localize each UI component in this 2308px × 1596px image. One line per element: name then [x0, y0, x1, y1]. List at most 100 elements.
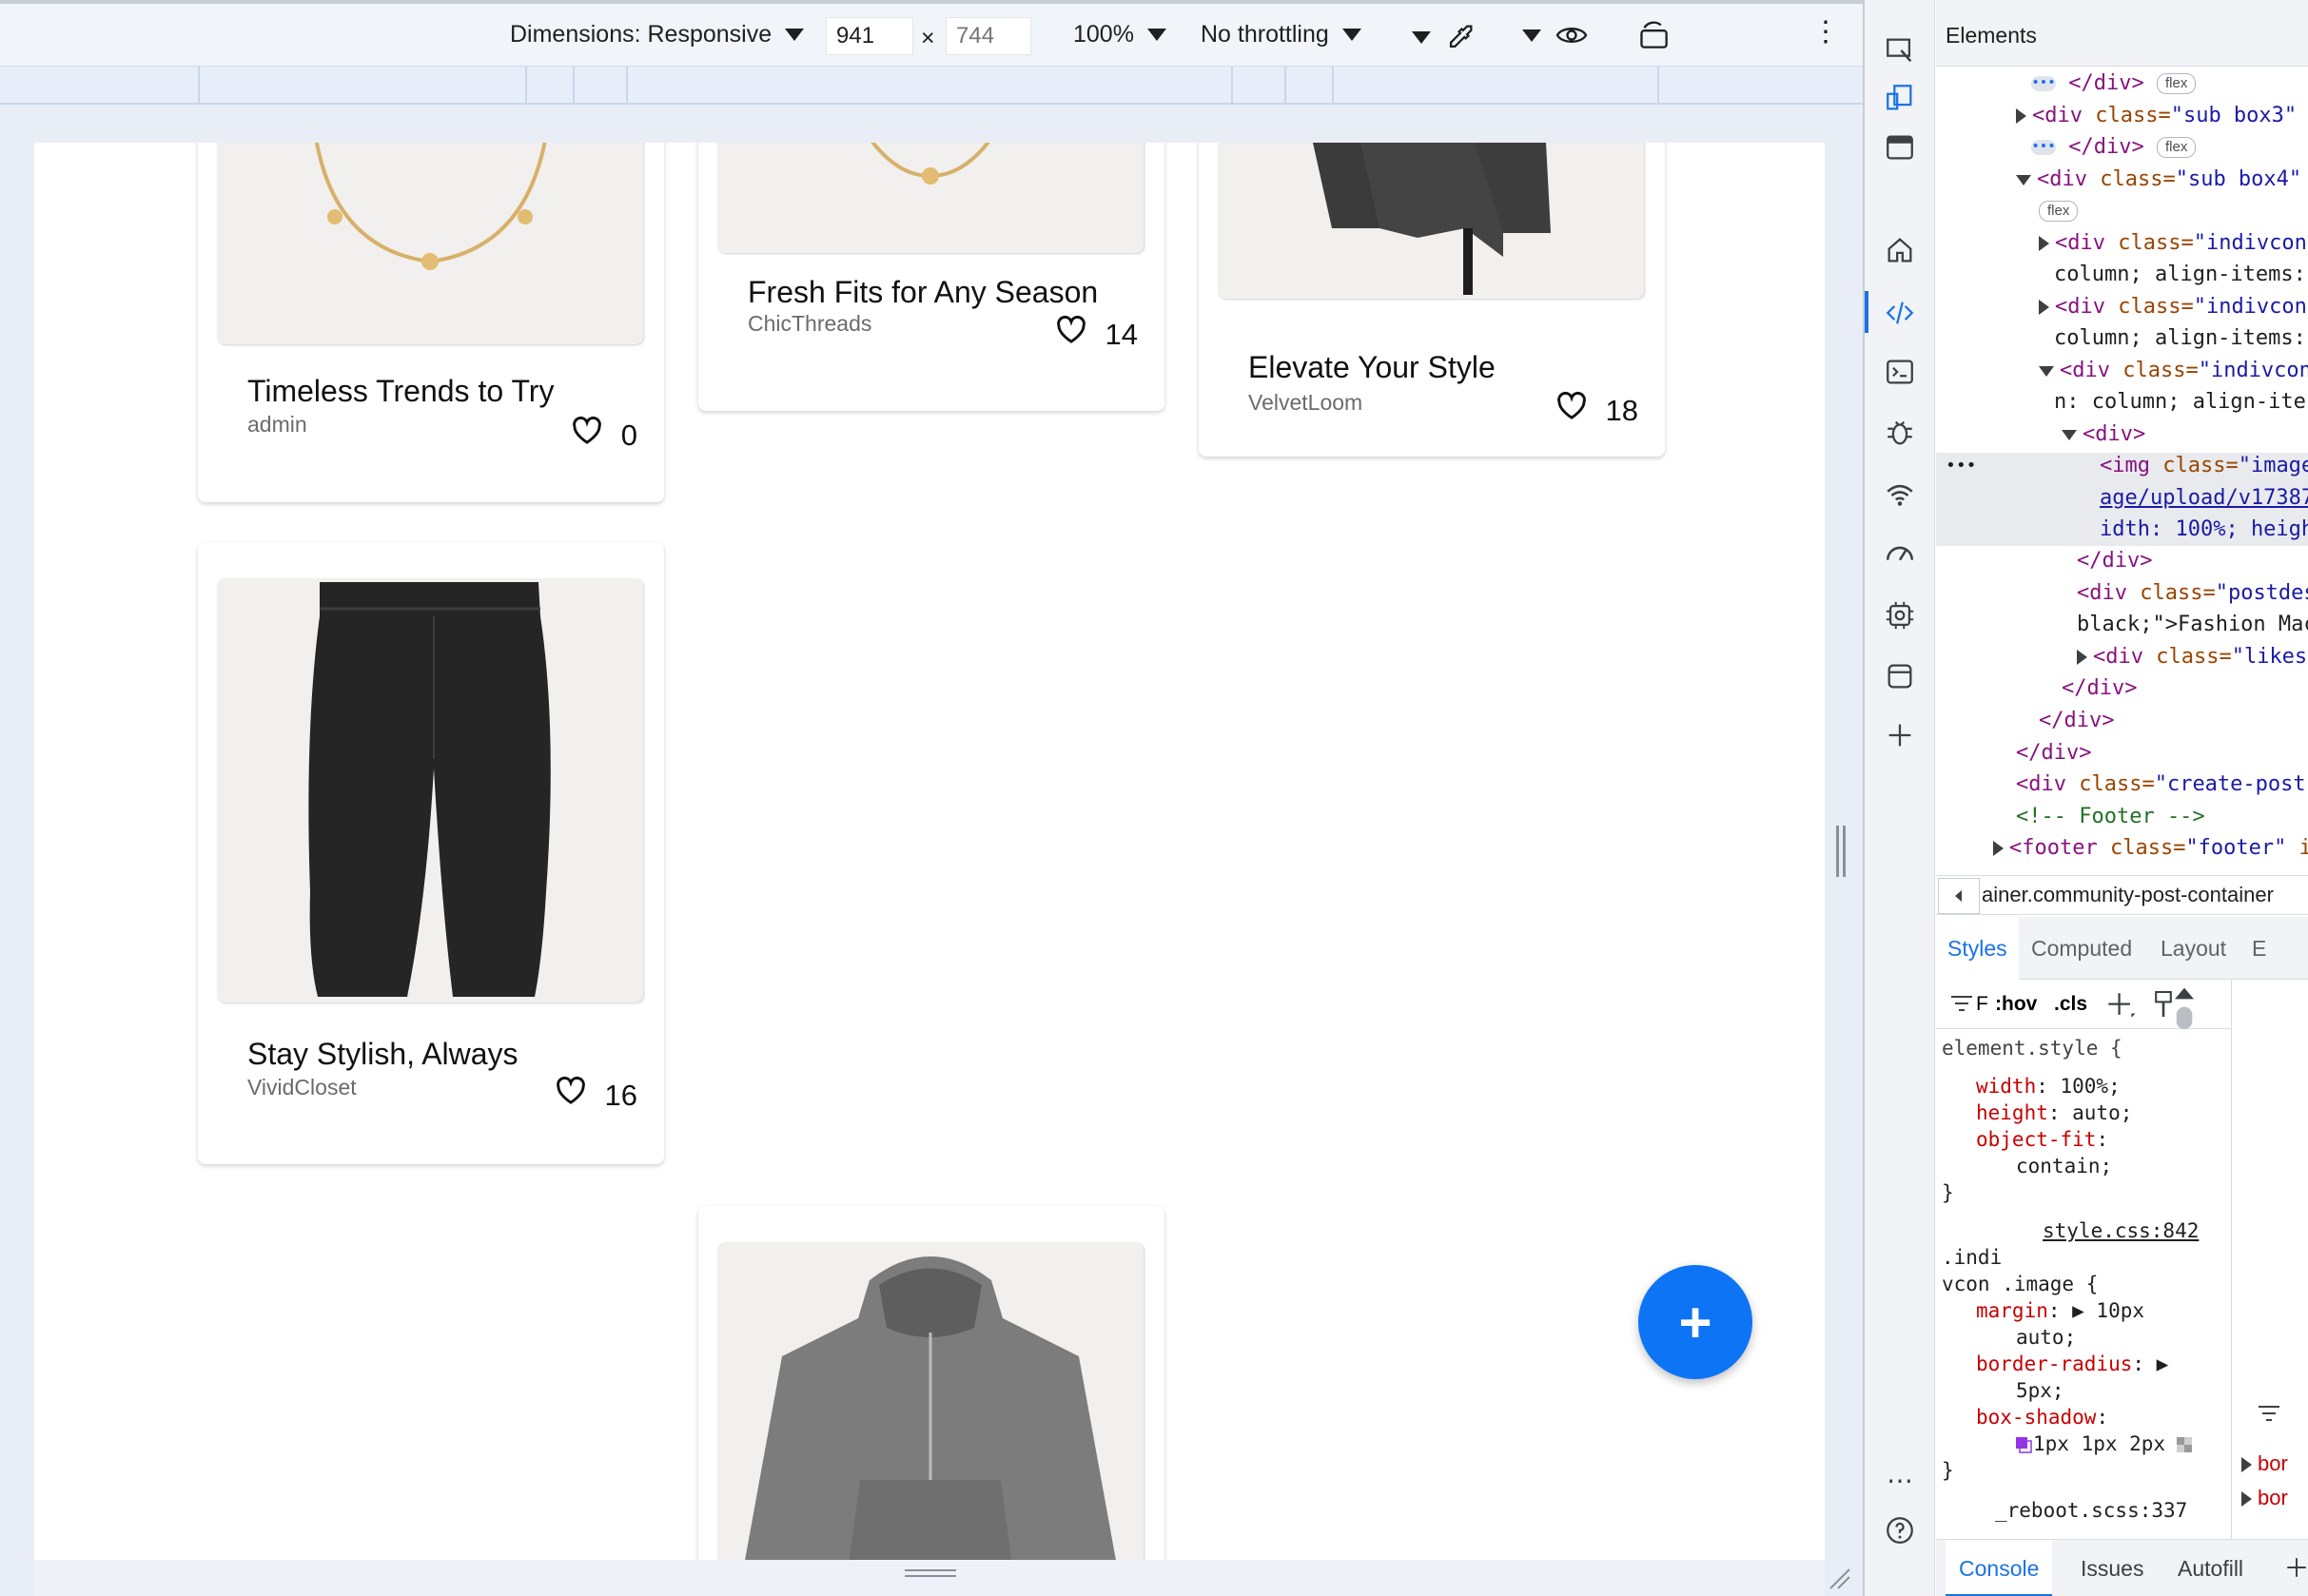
style-declaration[interactable]: width: 100%;	[1976, 1073, 2121, 1100]
add-drawer-tab-icon[interactable]	[2284, 1555, 2308, 1580]
dom-node[interactable]: <div>	[2062, 419, 2145, 450]
tab-layout[interactable]: Layout	[2149, 917, 2238, 980]
tab-styles[interactable]: Styles	[1936, 917, 2019, 980]
tab-computed[interactable]: Computed	[2020, 917, 2143, 980]
dom-node-selected[interactable]: <img class="image	[2100, 451, 2308, 481]
zoom-label: 100%	[1073, 21, 1134, 48]
shadow-editor-icon[interactable]	[2014, 1435, 2033, 1454]
dom-node[interactable]: ••• </div> flex	[2031, 132, 2197, 163]
create-post-button[interactable]: +	[1638, 1265, 1752, 1379]
devtools-activity-bar: ⋯	[1865, 0, 1935, 1596]
dom-node[interactable]: </div>	[2062, 673, 2137, 704]
dom-node[interactable]: <div class="create-post-	[2016, 769, 2308, 800]
property-row[interactable]: bor	[2241, 1451, 2288, 1476]
add-tool-icon[interactable]	[1884, 719, 1916, 751]
device-viewport-area: Dimensions: Responsive × 100% No throttl…	[0, 0, 1863, 1596]
styles-pane[interactable]: element.style { width: 100%; height: aut…	[1936, 1031, 2221, 1535]
throttling-dropdown[interactable]: No throttling	[1201, 21, 1361, 49]
like-button[interactable]: 0	[570, 407, 637, 453]
cls-toggle[interactable]: .cls	[2054, 993, 2087, 1016]
post-card[interactable]: Timeless Trends to Try admin 0	[198, 143, 664, 502]
image-src-link[interactable]: age/upload/v17387	[2100, 483, 2308, 514]
scrollbar-up-icon[interactable]	[2170, 982, 2199, 1029]
stylesheet-link[interactable]: _reboot.scss:337	[1995, 1497, 2187, 1524]
filter-icon[interactable]	[2255, 1404, 2283, 1423]
dom-node[interactable]: </div>	[2016, 738, 2091, 769]
device-toggle-icon[interactable]	[1884, 82, 1916, 114]
height-input[interactable]	[946, 17, 1031, 55]
network-icon[interactable]	[1884, 479, 1916, 512]
post-image-necklace	[217, 143, 643, 344]
help-icon[interactable]	[1884, 1514, 1916, 1547]
dom-text: column; align-items:	[2054, 326, 2306, 350]
dom-node[interactable]: <div class="likes"	[2077, 642, 2308, 672]
styles-filter-bar: F :hov .cls	[1936, 980, 2231, 1029]
expand-icon	[2077, 650, 2087, 665]
dom-node[interactable]: <div class="sub box3"	[2016, 101, 2297, 131]
dom-node[interactable]: <div class="indivcon	[2039, 228, 2307, 259]
dom-node[interactable]: </div>	[2077, 546, 2152, 576]
style-declaration[interactable]: border-radius: ▶	[1976, 1351, 2168, 1377]
post-image-jeans	[217, 578, 643, 1002]
home-icon[interactable]	[1884, 234, 1916, 266]
dom-node[interactable]: <footer class="footer" i	[1993, 833, 2308, 864]
post-card[interactable]: Stay Stylish, Always VividCloset 16	[198, 542, 664, 1164]
post-card[interactable]: Elevate Your Style VelvetLoom 18	[1199, 143, 1665, 457]
dom-node[interactable]: </div>	[2039, 706, 2114, 736]
dom-node[interactable]: <div class="sub box4"	[2016, 165, 2301, 195]
filter-input[interactable]: F	[1976, 993, 1988, 1016]
more-options-icon[interactable]: ⋮	[1811, 15, 1840, 49]
memory-icon[interactable]	[1884, 599, 1916, 632]
eyedropper-menu[interactable]	[1412, 21, 1477, 53]
dock-icon[interactable]	[1884, 131, 1916, 164]
breadcrumb-item[interactable]: ainer.community-post-container	[1982, 876, 2274, 914]
caret-down-icon	[1146, 29, 1166, 41]
dom-node[interactable]: <div class="postdes	[2077, 578, 2308, 609]
resize-handle-right[interactable]	[1836, 826, 1846, 877]
like-button[interactable]: 18	[1555, 382, 1638, 428]
width-input[interactable]	[826, 17, 913, 55]
dom-tree[interactable]: ••• </div> flex <div class="sub box3" ••…	[1936, 68, 2308, 873]
dom-node[interactable]: <div class="indivcon	[2039, 356, 2308, 386]
bug-icon[interactable]	[1884, 417, 1916, 449]
flex-badge[interactable]: flex	[2039, 196, 2079, 226]
performance-icon[interactable]	[1884, 538, 1916, 571]
console-icon[interactable]	[1884, 356, 1916, 388]
resize-handle-bottom[interactable]	[34, 1560, 1825, 1596]
tab-event-listeners[interactable]: E	[2240, 917, 2278, 980]
node-actions-icon[interactable]: •••	[1946, 451, 1977, 481]
hov-toggle[interactable]: :hov	[1995, 993, 2037, 1016]
heart-icon	[1056, 315, 1086, 343]
ellipsis-icon: •••	[2031, 75, 2056, 91]
expand-icon	[2039, 300, 2049, 315]
color-swatch-icon[interactable]	[2175, 1435, 2194, 1454]
heart-icon	[556, 1076, 585, 1104]
style-declaration[interactable]: box-shadow:	[1976, 1404, 2108, 1431]
post-card[interactable]: Fresh Fits for Any Season ChicThreads 14	[698, 143, 1164, 411]
new-rule-icon[interactable]	[2103, 989, 2138, 1022]
like-button[interactable]: 16	[554, 1067, 637, 1113]
style-declaration[interactable]: object-fit:	[1976, 1126, 2108, 1153]
tab-issues[interactable]: Issues	[2067, 1540, 2157, 1596]
elements-icon[interactable]	[1884, 297, 1916, 329]
more-tools-icon[interactable]: ⋯	[1884, 1465, 1916, 1497]
vision-menu[interactable]	[1522, 21, 1589, 49]
property-row[interactable]: bor	[2241, 1486, 2288, 1510]
dom-node[interactable]: <div class="indivcon	[2039, 292, 2307, 322]
stylesheet-link[interactable]: style.css:842	[2043, 1217, 2199, 1244]
application-icon[interactable]	[1884, 660, 1916, 692]
dom-node[interactable]: ••• </div> flex	[2031, 68, 2197, 99]
like-button[interactable]: 14	[1054, 306, 1138, 352]
inspect-icon[interactable]	[1884, 34, 1916, 67]
dimensions-dropdown[interactable]: Dimensions: Responsive	[510, 21, 805, 49]
style-declaration[interactable]: margin: ▶ 10px	[1976, 1297, 2144, 1324]
tab-console[interactable]: Console	[1946, 1540, 2053, 1596]
breadcrumb-scroll-left[interactable]	[1938, 878, 1980, 914]
rotate-button[interactable]	[1638, 21, 1672, 51]
post-card[interactable]	[698, 1206, 1164, 1560]
resize-corner-icon[interactable]	[1827, 1566, 1851, 1590]
zoom-dropdown[interactable]: 100%	[1073, 21, 1166, 49]
style-declaration[interactable]: height: auto;	[1976, 1100, 2132, 1126]
tab-autofill[interactable]: Autofill	[2164, 1540, 2257, 1596]
filter-icon[interactable]	[1949, 993, 1974, 1014]
